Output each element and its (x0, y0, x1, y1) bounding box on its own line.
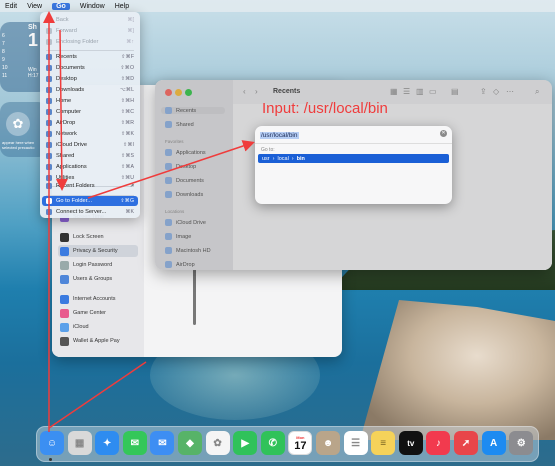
arrow-to-go-to-folder (55, 29, 68, 191)
arrow-to-dialog (87, 140, 255, 199)
arrow-dock-diagonal (48, 361, 147, 429)
annotation-arrows (43, 11, 255, 432)
